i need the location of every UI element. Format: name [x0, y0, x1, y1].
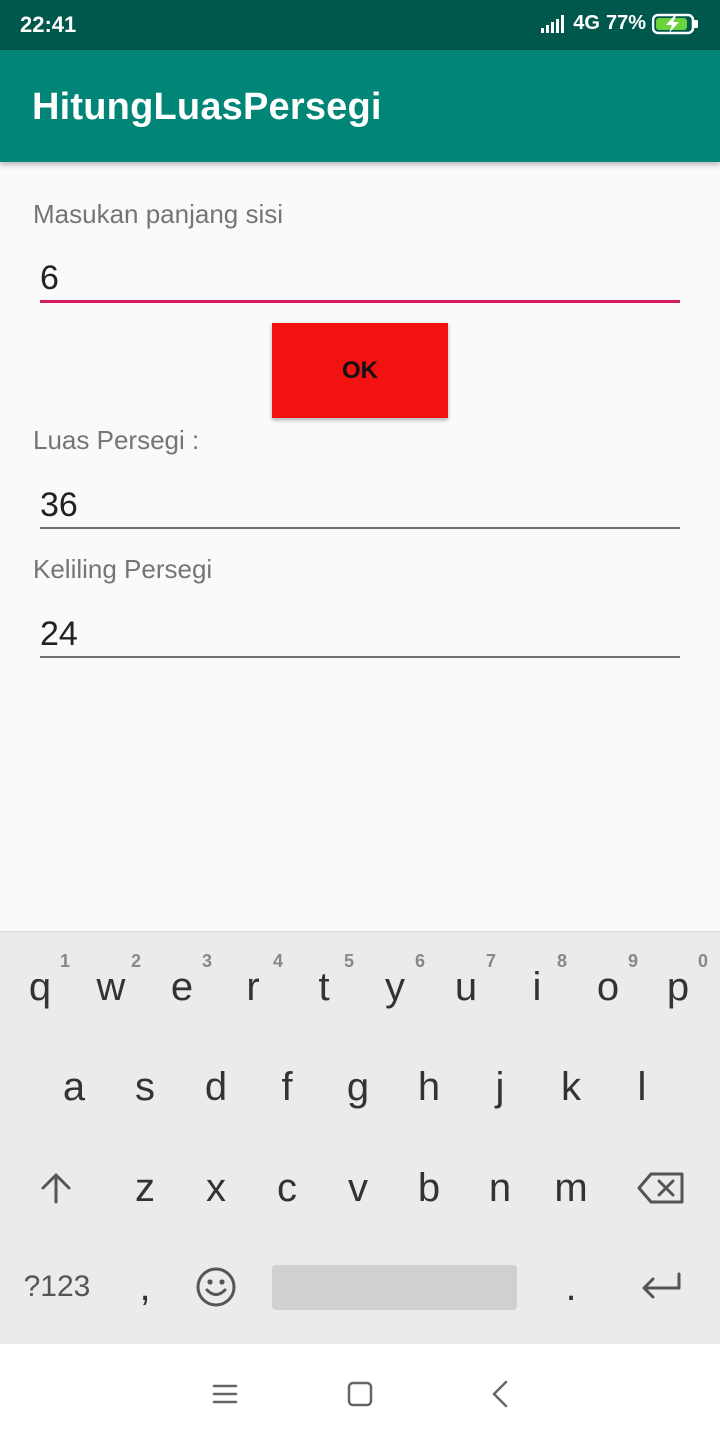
emoji-icon: [196, 1267, 236, 1307]
key-label: r: [246, 964, 260, 1009]
back-icon: [492, 1380, 508, 1408]
key-w[interactable]: w2: [79, 947, 143, 1027]
key-r[interactable]: r4: [221, 947, 285, 1027]
network-type: 4G: [573, 12, 600, 34]
key-label: u: [454, 964, 478, 1009]
key-k[interactable]: k: [539, 1047, 603, 1127]
home-icon: [347, 1381, 373, 1407]
key-g[interactable]: g: [326, 1047, 390, 1127]
key-hint: 1: [59, 951, 70, 971]
backspace-key[interactable]: [628, 1148, 694, 1228]
space-bar[interactable]: [272, 1265, 517, 1310]
enter-icon: [642, 1272, 681, 1299]
key-hint: 7: [485, 951, 496, 971]
status-indicators: 4G 77%: [541, 12, 700, 35]
key-q[interactable]: q1: [8, 947, 72, 1027]
perimeter-label: Keliling Persegi: [33, 554, 213, 584]
key-label: q: [28, 964, 52, 1009]
emoji-key[interactable]: [184, 1247, 248, 1327]
key-v[interactable]: v: [326, 1148, 390, 1228]
key-hint: 2: [130, 951, 141, 971]
key-j[interactable]: j: [468, 1047, 532, 1127]
key-label: w: [96, 964, 126, 1009]
side-length-label: Masukan panjang sisi: [33, 199, 284, 229]
key-n[interactable]: n: [468, 1148, 532, 1228]
key-hint: 8: [556, 951, 567, 971]
key-p[interactable]: p0: [646, 947, 710, 1027]
ok-button[interactable]: OK: [272, 323, 448, 418]
key-i[interactable]: i8: [505, 947, 569, 1027]
navigation-bar: [0, 1344, 720, 1440]
area-label: Luas Persegi :: [33, 425, 200, 455]
key-d[interactable]: d: [184, 1047, 248, 1127]
enter-key[interactable]: [628, 1247, 694, 1327]
key-u[interactable]: u7: [434, 947, 498, 1027]
signal-icon: [541, 14, 565, 33]
app-bar: HitungLuasPersegi: [0, 50, 720, 162]
key-s[interactable]: s: [113, 1047, 177, 1127]
key-label: o: [596, 964, 620, 1009]
key-f[interactable]: f: [255, 1047, 319, 1127]
period-key[interactable]: .: [539, 1247, 603, 1327]
key-m[interactable]: m: [539, 1148, 603, 1228]
app-title: HitungLuasPersegi: [32, 86, 382, 128]
perimeter-result-field[interactable]: 24: [40, 612, 680, 658]
status-bar: 22:41 4G 77%: [0, 0, 720, 50]
key-l[interactable]: l: [610, 1047, 674, 1127]
backspace-icon: [637, 1172, 684, 1204]
home-nav-button[interactable]: [340, 1374, 380, 1414]
key-hint: 9: [627, 951, 638, 971]
menu-icon: [212, 1384, 238, 1404]
key-label: e: [170, 964, 194, 1009]
symbols-key[interactable]: ?123: [14, 1247, 100, 1327]
side-length-input[interactable]: 6: [40, 256, 680, 303]
menu-nav-button[interactable]: [205, 1374, 245, 1414]
key-hint: 4: [272, 951, 283, 971]
key-a[interactable]: a: [42, 1047, 106, 1127]
key-e[interactable]: e3: [150, 947, 214, 1027]
battery-percent: 77%: [605, 12, 646, 34]
key-t[interactable]: t5: [292, 947, 356, 1027]
key-label: t: [318, 964, 330, 1009]
key-hint: 5: [343, 951, 354, 971]
area-result-field[interactable]: 36: [40, 483, 680, 529]
key-y[interactable]: y6: [363, 947, 427, 1027]
comma-key[interactable]: ,: [113, 1247, 177, 1327]
key-hint: 6: [414, 951, 425, 971]
key-x[interactable]: x: [184, 1148, 248, 1228]
key-label: p: [666, 964, 690, 1009]
key-h[interactable]: h: [397, 1047, 461, 1127]
back-nav-button[interactable]: [480, 1374, 520, 1414]
key-hint: 3: [201, 951, 212, 971]
status-time: 22:41: [20, 12, 77, 37]
key-c[interactable]: c: [255, 1148, 319, 1228]
shift-icon: [41, 1173, 71, 1204]
soft-keyboard: q1 w2 e3 r4 t5 y6 u7 i8 o9 p0 a s d f g …: [0, 931, 720, 1345]
key-label: y: [385, 964, 405, 1009]
key-b[interactable]: b: [397, 1148, 461, 1228]
shift-key[interactable]: [24, 1148, 88, 1228]
key-hint: 0: [697, 951, 708, 971]
key-o[interactable]: o9: [576, 947, 640, 1027]
key-z[interactable]: z: [113, 1148, 177, 1228]
key-label: i: [532, 964, 542, 1009]
battery-charging-icon: [652, 13, 698, 34]
